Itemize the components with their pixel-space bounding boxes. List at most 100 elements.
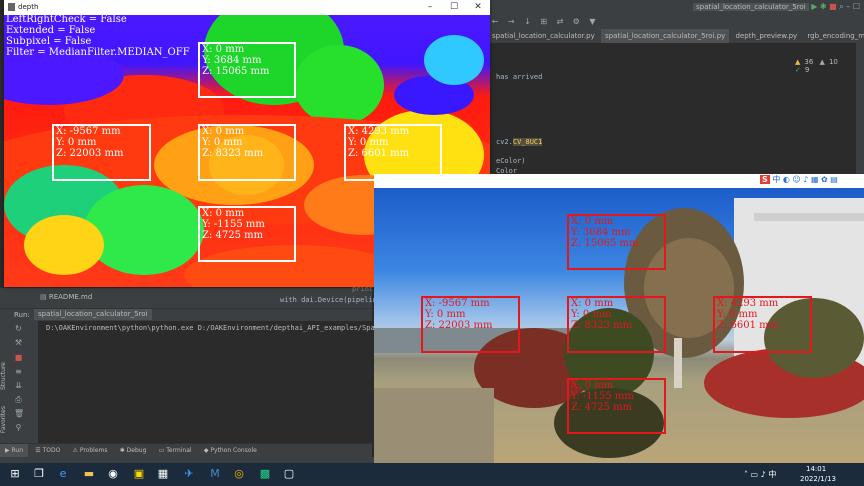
debug-icon[interactable]: ✱ xyxy=(820,2,827,11)
chevron-up-icon[interactable]: ˄ xyxy=(744,470,748,479)
tab-python-console[interactable]: ◆ Python Console xyxy=(199,444,262,458)
punctuation-icon[interactable]: ◐ xyxy=(783,175,790,184)
depth-roi-label: X: -9567 mm Y: 0 mm Z: 22003 mm xyxy=(56,126,124,159)
close-icon[interactable]: ✕ xyxy=(468,1,488,13)
forward-icon[interactable]: → xyxy=(506,17,516,26)
app-icon[interactable]: ▣ xyxy=(132,467,146,481)
ime-toolbar[interactable]: S 中 ◐ ☺ ♪ ▦ ✿ ▤ xyxy=(760,174,864,186)
rgb-roi-label: X: 4293 mm Y: 0 mm Z: 6601 mm xyxy=(717,298,779,331)
compare-icon[interactable]: ⇄ xyxy=(555,17,565,26)
emoji-icon[interactable]: ☺ xyxy=(792,175,800,184)
run-panel-label: Run: xyxy=(14,311,30,319)
split-icon[interactable]: ⊞ xyxy=(539,17,549,26)
delete-icon[interactable]: 🗑 xyxy=(14,409,24,418)
warning-icon: ▲ xyxy=(795,58,801,66)
tab-rgb-encoding-mono[interactable]: rgb_encoding_mono xyxy=(803,29,864,43)
rgb-roi-label: X: 0 mm Y: -1155 mm Z: 4725 mm xyxy=(571,380,634,413)
path xyxy=(374,388,494,463)
code-line: has arrived xyxy=(496,73,543,81)
minimize-icon[interactable]: – xyxy=(846,2,850,11)
calculator-icon[interactable]: ▦ xyxy=(156,467,170,481)
ime-language[interactable]: 中 xyxy=(772,175,780,184)
depth-setting-line: Filter = MedianFilter.MEDIAN_OFF xyxy=(6,47,190,58)
scroll-end-icon[interactable]: ⇊ xyxy=(14,381,23,390)
inspection-widget[interactable]: ▲ 36 ▲ 10 ✓ 9 xyxy=(795,58,861,74)
code-line: eColor) xyxy=(496,157,526,165)
app-icon[interactable]: ✈ xyxy=(182,467,196,481)
warning-count: 36 xyxy=(804,58,814,66)
network-icon[interactable]: ▭ xyxy=(751,470,759,479)
weak-warning-count: 10 xyxy=(828,58,838,66)
volume-icon[interactable]: ♪ xyxy=(761,470,766,479)
structure-tool[interactable]: Structure xyxy=(0,362,7,390)
skin-icon[interactable]: ✿ xyxy=(821,175,828,184)
stop-icon[interactable]: ■ xyxy=(829,2,837,11)
keyboard-icon[interactable]: ▦ xyxy=(811,175,819,184)
start-icon[interactable]: ⊞ xyxy=(8,467,22,481)
depth-setting-line: LeftRightCheck = False xyxy=(6,15,127,25)
weak-warning-icon: ▲ xyxy=(819,58,825,66)
python-window-icon[interactable]: ▢ xyxy=(282,467,296,481)
rgb-roi-label: X: 0 mm Y: 3684 mm Z: 15065 mm xyxy=(571,216,639,249)
maximize-icon[interactable]: ☐ xyxy=(444,1,464,13)
ide-top-icons: spatial_location_calculator_5roi ▶ ✱ ■ ⌕… xyxy=(690,2,860,21)
mic-icon[interactable]: ♪ xyxy=(803,175,808,184)
wrench-icon[interactable]: ⚒ xyxy=(14,338,23,347)
console-output: D:\OAKEnvironment\python\python.exe D:/O… xyxy=(46,324,388,332)
run-config-selector[interactable]: spatial_location_calculator_5roi xyxy=(693,3,809,11)
depth-window-titlebar[interactable] xyxy=(4,0,490,15)
tab-problems[interactable]: ⚠ Problems xyxy=(68,444,113,458)
rgb-roi-label: X: 0 mm Y: 0 mm Z: 8323 mm xyxy=(571,298,633,331)
markdown-file-icon: ▤ xyxy=(40,293,47,301)
settings-icon[interactable]: ⚙ xyxy=(571,17,581,26)
depth-roi-label: X: 4293 mm Y: 0 mm Z: 6601 mm xyxy=(348,126,410,159)
maximize-icon[interactable]: ☐ xyxy=(853,2,860,11)
layout-icon[interactable]: ≡ xyxy=(14,367,23,376)
minimize-icon[interactable]: – xyxy=(420,1,440,13)
print-icon[interactable]: ⎙ xyxy=(14,395,23,404)
building-roof-stripe xyxy=(754,213,864,221)
task-view-icon[interactable]: ❐ xyxy=(32,467,46,481)
pin-icon[interactable]: ⚲ xyxy=(14,423,23,432)
app-icon[interactable]: ◉ xyxy=(106,467,120,481)
left-tool-strip: Structure Favorites xyxy=(0,320,8,443)
tab-run[interactable]: ▶ Run xyxy=(0,444,29,458)
run-config-tab[interactable]: spatial_location_calculator_5roi xyxy=(34,309,152,320)
depth-roi-label: X: 0 mm Y: -1155 mm Z: 4725 mm xyxy=(202,208,265,241)
sort-icon[interactable]: ↓ xyxy=(522,17,532,26)
file-explorer-icon[interactable]: ▬ xyxy=(82,467,96,481)
tab-debug[interactable]: ✱ Debug xyxy=(115,444,152,458)
ime-icon[interactable]: 中 xyxy=(768,470,776,479)
rerun-icon[interactable]: ↻ xyxy=(14,324,23,333)
app-icon[interactable]: M xyxy=(208,467,222,481)
filter-icon[interactable]: ▼ xyxy=(587,17,597,26)
search-icon[interactable]: ⌕ xyxy=(839,2,843,11)
tab-terminal[interactable]: ▭ Terminal xyxy=(154,444,197,458)
depth-roi-label: X: 0 mm Y: 0 mm Z: 8323 mm xyxy=(202,126,264,159)
typo-count: 9 xyxy=(804,66,810,74)
depth-window-title: depth xyxy=(18,3,39,11)
editor-tabs: spatial_location_calculator.py spatial_l… xyxy=(488,29,864,45)
tab-todo[interactable]: ☰ TODO xyxy=(30,444,65,458)
edge-icon[interactable]: e xyxy=(56,467,70,481)
clock-time[interactable]: 14:01 xyxy=(806,465,826,473)
project-file-readme[interactable]: ▤ README.md xyxy=(40,293,92,301)
back-icon[interactable]: ← xyxy=(490,17,500,26)
run-icon[interactable]: ▶ xyxy=(811,2,817,11)
stop-icon[interactable]: ■ xyxy=(14,353,23,362)
depth-roi-label: X: 0 mm Y: 3684 mm Z: 15065 mm xyxy=(202,44,270,77)
tab-spatial-location-calculator[interactable]: spatial_location_calculator.py xyxy=(488,29,599,43)
rgb-window[interactable]: S 中 ◐ ☺ ♪ ▦ ✿ ▤ X: 0 mm Y: 3684 mm Z: 15… xyxy=(374,174,864,463)
tree-trunk xyxy=(674,338,682,388)
tab-depth-preview[interactable]: depth_preview.py xyxy=(732,29,802,43)
depth-setting-line: Subpixel = False xyxy=(6,36,92,47)
pycharm-icon[interactable]: ▩ xyxy=(258,467,272,481)
chrome-icon[interactable]: ◎ xyxy=(232,467,246,481)
depth-setting-line: Extended = False xyxy=(6,25,96,36)
ide-toolbar: ← → ↓ ⊞ ⇄ ⚙ ▼ xyxy=(488,14,864,30)
code-line: cv2.CV_8UC1 xyxy=(496,138,543,146)
ime-logo-icon[interactable]: S xyxy=(760,175,770,184)
toolbox-icon[interactable]: ▤ xyxy=(830,175,838,184)
clock-date[interactable]: 2022/1/13 xyxy=(800,475,836,483)
favorites-tool[interactable]: Favorites xyxy=(0,406,7,433)
